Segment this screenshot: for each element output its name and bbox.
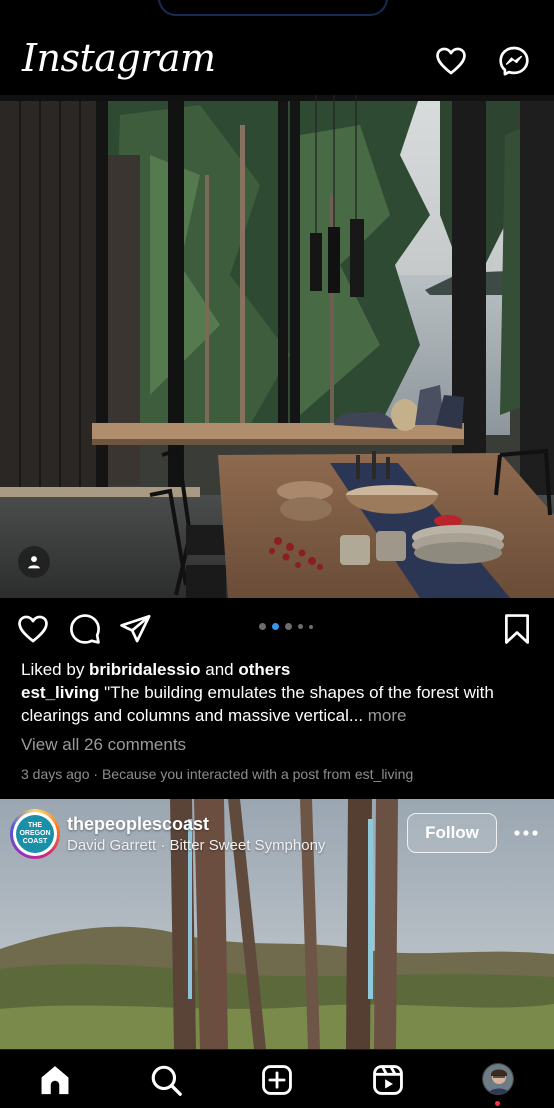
reel-audio-track[interactable]: David Garrett · Bitter Sweet Symphony — [67, 837, 325, 854]
post-action-bar — [0, 598, 554, 658]
notification-dot — [495, 1101, 500, 1106]
reel-author-username[interactable]: thepeoplescoast — [67, 814, 209, 835]
carousel-indicator — [259, 623, 313, 630]
view-comments-link[interactable]: View all 26 comments — [21, 733, 541, 756]
likes-and: and — [200, 660, 239, 679]
tagged-users-button[interactable] — [18, 546, 50, 578]
person-icon — [28, 556, 40, 569]
home-icon[interactable] — [38, 1063, 72, 1097]
caption: est_living "The building emulates the sh… — [21, 681, 541, 727]
liked-by-username[interactable]: bribridalessio — [89, 660, 200, 679]
reel-header: THE OREGON COAST thepeoplescoast David G… — [0, 799, 554, 869]
post-image[interactable] — [0, 95, 554, 598]
post-caption-block: Liked by bribridalessio and others est_l… — [21, 658, 541, 786]
like-icon[interactable] — [16, 612, 50, 646]
bottom-tab-bar — [0, 1049, 554, 1108]
profile-photo — [483, 1064, 513, 1094]
bookmark-icon[interactable] — [500, 612, 534, 646]
follow-button[interactable]: Follow — [407, 813, 497, 853]
heart-icon[interactable] — [434, 44, 468, 78]
post-meta: 3 days ago · Because you interacted with… — [21, 763, 541, 786]
reel-post[interactable]: THE OREGON COAST thepeoplescoast David G… — [0, 799, 554, 1049]
carousel-dot — [259, 623, 266, 630]
messenger-icon[interactable] — [497, 44, 531, 78]
carousel-dot — [285, 623, 292, 630]
likes-prefix: Liked by — [21, 660, 90, 679]
search-icon[interactable] — [149, 1063, 183, 1097]
share-icon[interactable] — [118, 612, 152, 646]
reels-icon[interactable] — [371, 1063, 405, 1097]
carousel-dot — [309, 624, 313, 629]
liked-by-others[interactable]: others — [238, 660, 290, 679]
interior-photo — [0, 95, 554, 598]
carousel-dot-active — [272, 623, 279, 630]
post-timestamp: 3 days ago — [21, 766, 90, 782]
reel-author-avatar[interactable]: THE OREGON COAST — [10, 809, 60, 859]
comment-icon[interactable] — [68, 612, 102, 646]
instagram-logo[interactable]: Instagram — [22, 36, 216, 80]
more-options-icon[interactable] — [513, 825, 539, 841]
suggestion-reason: Because you interacted with a post from … — [101, 766, 414, 782]
create-icon[interactable] — [260, 1063, 294, 1097]
caption-more-link[interactable]: more — [363, 706, 407, 725]
carousel-dot — [298, 624, 303, 629]
meta-separator: · — [89, 766, 102, 782]
caption-username[interactable]: est_living — [21, 683, 99, 702]
likes-summary[interactable]: Liked by bribridalessio and others — [21, 658, 541, 681]
oregon-coast-logo: THE OREGON COAST — [16, 815, 54, 853]
avatar-ring: THE OREGON COAST — [13, 812, 57, 856]
app-header: Instagram — [0, 0, 554, 95]
profile-avatar[interactable] — [482, 1063, 514, 1095]
